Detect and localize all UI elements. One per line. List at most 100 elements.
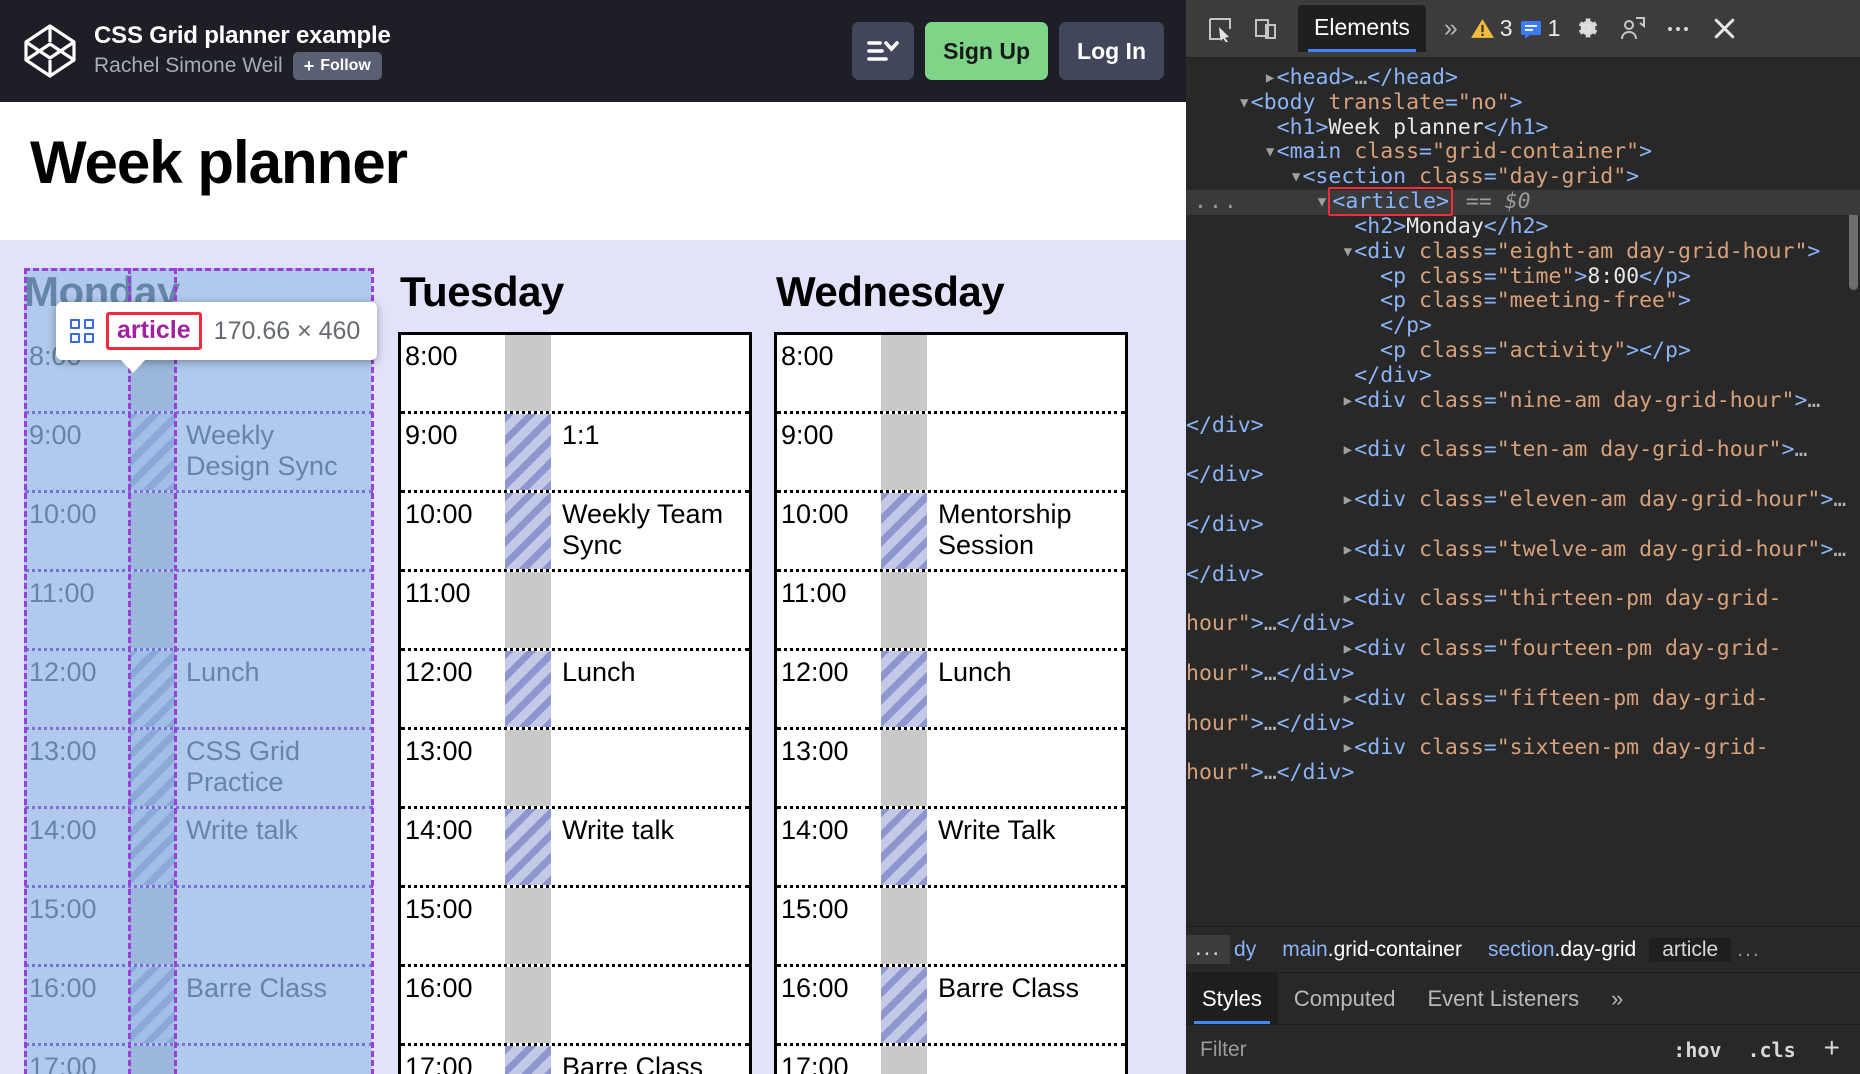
codepen-logo-icon[interactable] — [22, 23, 78, 79]
hour-time: 9:00 — [777, 414, 881, 450]
dom-tree-line[interactable]: ▾<main class="grid-container"> — [1186, 140, 1860, 165]
gear-icon[interactable] — [1566, 9, 1606, 49]
day-grid-hour: 12:00 Lunch — [777, 651, 1125, 730]
ellipsis-icon[interactable] — [1658, 9, 1698, 49]
close-x-icon[interactable] — [1704, 9, 1744, 49]
hov-toggle[interactable]: :hov — [1665, 1038, 1729, 1062]
dom-tree-line[interactable]: </div> — [1186, 364, 1860, 389]
breadcrumb-more-button[interactable]: ... — [1186, 935, 1230, 964]
warning-triangle-icon — [1470, 17, 1495, 40]
day-grid-hour: 13:00 — [401, 730, 749, 809]
tab-styles[interactable]: Styles — [1186, 973, 1278, 1024]
busy-marker — [881, 651, 927, 727]
dom-tree-line[interactable]: <h1>Week planner</h1> — [1186, 116, 1860, 141]
dom-tree[interactable]: ▸<head>…</head> ▾<body translate="no"> <… — [1186, 58, 1860, 926]
dom-tree-line[interactable]: ▸<div class="thirteen-pm day-grid-hour">… — [1186, 587, 1860, 637]
breadcrumb: ...dymain.grid-containersection.day-grid… — [1186, 926, 1860, 972]
follow-label: Follow — [320, 57, 371, 75]
breadcrumb-item-dy[interactable]: dy — [1230, 938, 1269, 962]
log-in-button[interactable]: Log In — [1059, 22, 1164, 80]
plus-icon: + — [304, 57, 315, 75]
tab-computed[interactable]: Computed — [1278, 973, 1412, 1024]
hour-time: 12:00 — [25, 651, 129, 687]
day-grid-hour: 13:00CSS Grid Practice — [25, 730, 373, 809]
hour-activity — [551, 572, 749, 578]
warning-badge[interactable]: 3 — [1470, 15, 1513, 42]
day-grid-hour: 17:00 — [25, 1046, 373, 1074]
inspect-cursor-icon[interactable] — [1200, 9, 1240, 49]
day-grid-hour: 14:00 Write talk — [25, 809, 373, 888]
sign-up-button[interactable]: Sign Up — [925, 22, 1048, 80]
dom-tree-line[interactable]: <p class="activity"></p> — [1186, 339, 1860, 364]
hour-activity — [927, 572, 1125, 578]
day-grid-hour: 13:00 — [777, 730, 1125, 809]
filter-input[interactable]: Filter — [1196, 1033, 1655, 1067]
day-hours-list: 8:009:0010:00Mentorship Session11:0012:0… — [774, 332, 1128, 1074]
dom-tree-line[interactable]: ▾<div class="eight-am day-grid-hour"> — [1186, 240, 1860, 265]
hour-time: 11:00 — [401, 572, 505, 608]
busy-marker — [505, 414, 551, 490]
hour-time: 12:00 — [777, 651, 881, 687]
day-grid-hour: 17:00 — [777, 1046, 1125, 1074]
hour-time: 15:00 — [25, 888, 129, 924]
dom-tree-line[interactable]: ▾<body translate="no"> — [1186, 91, 1860, 116]
meeting-free-marker — [881, 1046, 927, 1074]
grid-badge-icon[interactable] — [70, 319, 94, 343]
add-style-rule-button[interactable]: + — [1814, 1032, 1850, 1068]
dom-tree-line[interactable]: ▸<div class="fifteen-pm day-grid-hour">…… — [1186, 687, 1860, 737]
day-grid-hour: 17:00Barre Class — [401, 1046, 749, 1074]
day-grid-hour: 10:00 — [25, 493, 373, 572]
dom-tree-line[interactable]: ▸<head>…</head> — [1186, 66, 1860, 91]
meeting-free-marker — [881, 888, 927, 964]
hour-activity: CSS Grid Practice — [175, 730, 373, 796]
hour-time: 16:00 — [777, 967, 881, 1003]
chevron-double-right-icon[interactable]: » — [1438, 14, 1464, 43]
meeting-free-marker — [505, 888, 551, 964]
tab-elements[interactable]: Elements — [1298, 5, 1426, 52]
warning-count: 3 — [1500, 15, 1513, 42]
hour-time: 14:00 — [777, 809, 881, 845]
dom-tree-line[interactable]: <p class="time">8:00</p> — [1186, 265, 1860, 290]
breadcrumb-tail[interactable]: ... — [1731, 938, 1761, 962]
meeting-free-marker — [881, 572, 927, 648]
hour-activity — [551, 967, 749, 973]
dom-tree-line[interactable]: ▸<div class="ten-am day-grid-hour">…</di… — [1186, 438, 1860, 488]
tab-event-listeners[interactable]: Event Listeners — [1411, 973, 1595, 1024]
dom-tree-line[interactable]: ▸<div class="fourteen-pm day-grid-hour">… — [1186, 637, 1860, 687]
grid-container: Monday8:009:00Weekly Design Sync10:0011:… — [0, 240, 1186, 1074]
cls-toggle[interactable]: .cls — [1739, 1038, 1803, 1062]
pen-render-area: Week planner Monday8:009:00Weekly Design… — [0, 102, 1186, 1074]
breadcrumb-item-main[interactable]: main.grid-container — [1269, 938, 1475, 962]
dom-tree-line[interactable]: <h2>Monday</h2> — [1186, 215, 1860, 240]
message-badge[interactable]: 1 — [1519, 15, 1561, 42]
hour-activity: Write talk — [175, 809, 373, 845]
breadcrumb-item-section[interactable]: section.day-grid — [1475, 938, 1649, 962]
day-grid-hour: 16:00Barre Class — [25, 967, 373, 1046]
dom-tree-line[interactable]: ▸<div class="twelve-am day-grid-hour">…<… — [1186, 538, 1860, 588]
meeting-free-marker — [129, 572, 175, 648]
day-grid-hour: 15:00 — [777, 888, 1125, 967]
hour-activity: Barre Class — [175, 967, 373, 1003]
hour-time: 13:00 — [401, 730, 505, 766]
dom-tree-line[interactable]: ▾<section class="day-grid"> — [1186, 165, 1860, 190]
dom-tree-line[interactable]: </p> — [1186, 314, 1860, 339]
hour-activity: Lunch — [927, 651, 1125, 687]
day-column-tuesday: Tuesday8:009:001:110:00Weekly Team Sync1… — [398, 264, 752, 1074]
device-toggle-icon[interactable] — [1246, 9, 1286, 49]
list-chevron-icon[interactable] — [852, 22, 914, 80]
busy-marker — [505, 809, 551, 885]
hour-time: 14:00 — [25, 809, 129, 845]
styles-more-tabs-icon[interactable]: » — [1595, 973, 1639, 1024]
pen-author: Rachel Simone Weil — [94, 54, 283, 78]
busy-marker — [881, 967, 927, 1043]
person-icon[interactable] — [1612, 9, 1652, 49]
follow-button[interactable]: + Follow — [293, 52, 382, 80]
dom-tree-line[interactable]: ▸<div class="sixteen-pm day-grid-hour">…… — [1186, 736, 1860, 786]
pen-title: CSS Grid planner example — [94, 22, 391, 50]
dom-tree-line[interactable]: ... ▾<article> == $0 — [1186, 190, 1860, 215]
dom-tree-line[interactable]: ▸<div class="nine-am day-grid-hour">…</d… — [1186, 389, 1860, 439]
hour-activity: Lunch — [551, 651, 749, 687]
dom-tree-line[interactable]: ▸<div class="eleven-am day-grid-hour">…<… — [1186, 488, 1860, 538]
breadcrumb-item-article[interactable]: article — [1649, 938, 1731, 962]
dom-tree-line[interactable]: <p class="meeting-free"> — [1186, 289, 1860, 314]
